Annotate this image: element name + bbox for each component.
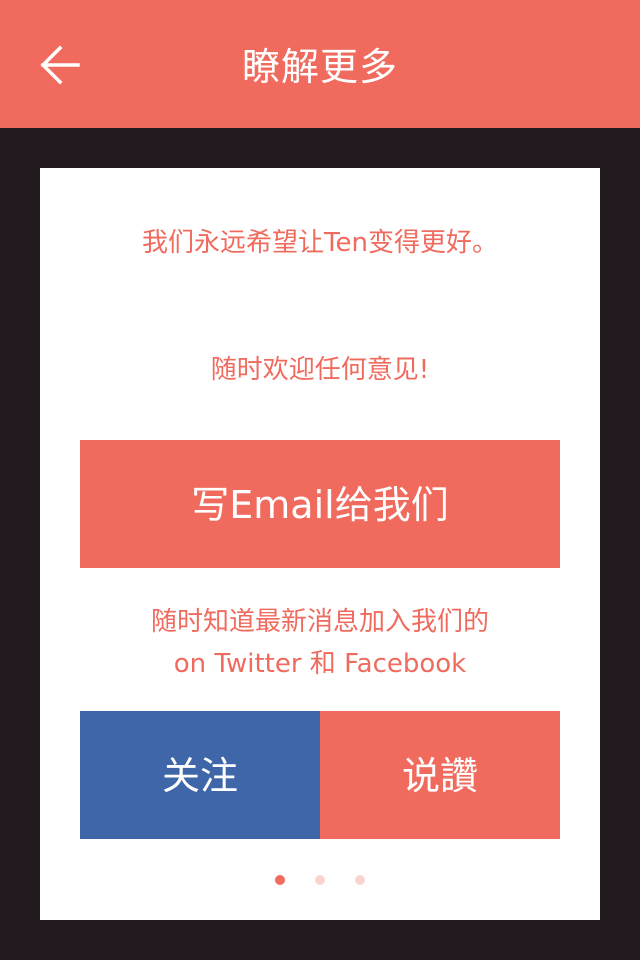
like-facebook-button[interactable]: 说讚 (320, 711, 560, 839)
message-line-1: 我们永远希望让Ten变得更好。 (142, 228, 498, 258)
page-dot-3[interactable] (355, 875, 365, 885)
header-bar: 瞭解更多 (0, 0, 640, 128)
social-invite-text: 随时知道最新消息加入我们的 on Twitter 和 Facebook (40, 601, 600, 685)
social-line-2: on Twitter 和 Facebook (173, 649, 467, 679)
page-title: 瞭解更多 (241, 45, 398, 89)
info-card: 我们永远希望让Ten变得更好。 随时欢迎任何意见! 写Email给我们 随时知道… (40, 168, 600, 920)
social-line-1: 随时知道最新消息加入我们的 (150, 607, 489, 637)
follow-twitter-button[interactable]: 关注 (80, 711, 320, 839)
page-dot-1[interactable] (275, 875, 285, 885)
message-line-2: 随时欢迎任何意见! (210, 355, 430, 385)
page-dot-2[interactable] (315, 875, 325, 885)
email-us-button[interactable]: 写Email给我们 (80, 440, 560, 568)
page-indicator (40, 875, 600, 885)
